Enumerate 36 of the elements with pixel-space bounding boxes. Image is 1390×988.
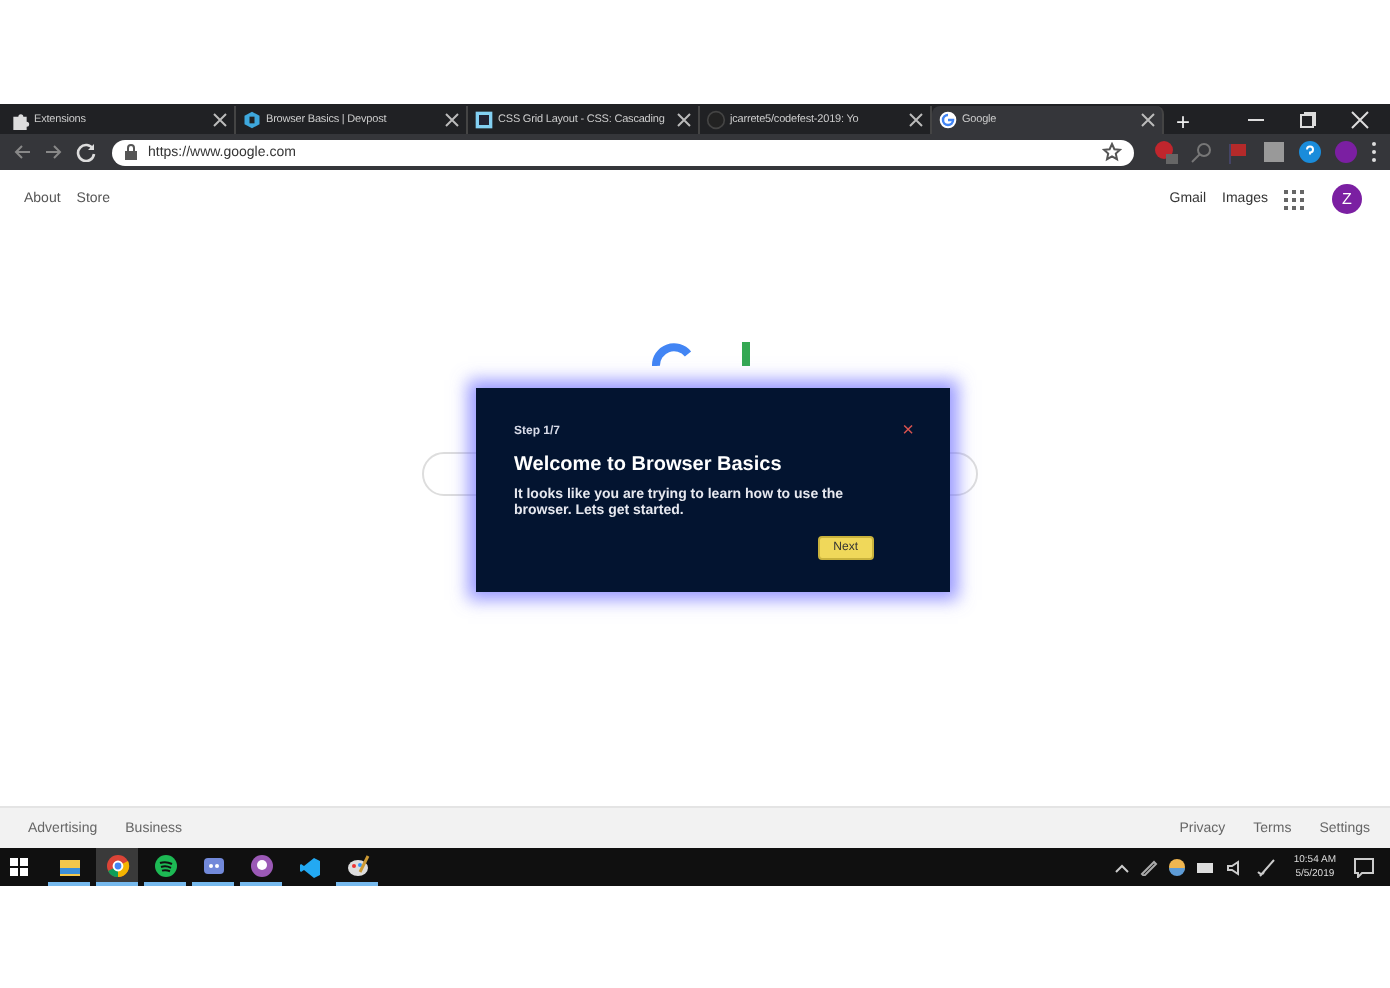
puzzle-icon: [10, 110, 30, 130]
lock-icon: [124, 144, 138, 160]
dialog-title: Welcome to Browser Basics: [514, 454, 784, 476]
star-icon[interactable]: [1102, 142, 1122, 162]
more-icon[interactable]: [1370, 140, 1378, 164]
spotify-icon: [153, 853, 177, 877]
logo-drawing: [649, 342, 749, 366]
close-icon[interactable]: [676, 112, 692, 128]
chat-bubble-icon: [201, 853, 225, 877]
palette-icon: [345, 853, 369, 877]
apps-grid-icon[interactable]: [1284, 189, 1304, 209]
square-icon[interactable]: [1262, 140, 1286, 164]
caret-up-icon[interactable]: [1113, 861, 1130, 873]
google-icon: [938, 110, 958, 130]
battery-icon[interactable]: [1195, 859, 1216, 875]
forward-arrow-icon[interactable]: [44, 142, 64, 162]
notification-icon[interactable]: [1354, 857, 1374, 877]
taskbar-app-button[interactable]: [96, 848, 138, 886]
windows-start-icon[interactable]: [10, 858, 28, 876]
help-icon[interactable]: [1298, 140, 1322, 164]
code-editor-icon: [297, 855, 321, 879]
close-icon[interactable]: [908, 112, 924, 128]
close-icon[interactable]: [212, 112, 228, 128]
avatar[interactable]: Z: [1332, 184, 1362, 214]
magnifier-icon[interactable]: [1190, 140, 1214, 164]
square-icon: [474, 110, 494, 130]
close-icon[interactable]: [1140, 112, 1156, 128]
chrome-icon: [105, 853, 129, 877]
restore-icon[interactable]: [1298, 109, 1318, 129]
globe-icon[interactable]: [1167, 858, 1186, 876]
back-arrow-icon[interactable]: [12, 142, 32, 162]
reload-icon[interactable]: [76, 142, 96, 162]
close-button[interactable]: ×: [902, 422, 914, 442]
close-icon[interactable]: [444, 112, 460, 128]
new-tab-button[interactable]: +: [1164, 110, 1203, 134]
close-icon[interactable]: [1350, 109, 1370, 129]
